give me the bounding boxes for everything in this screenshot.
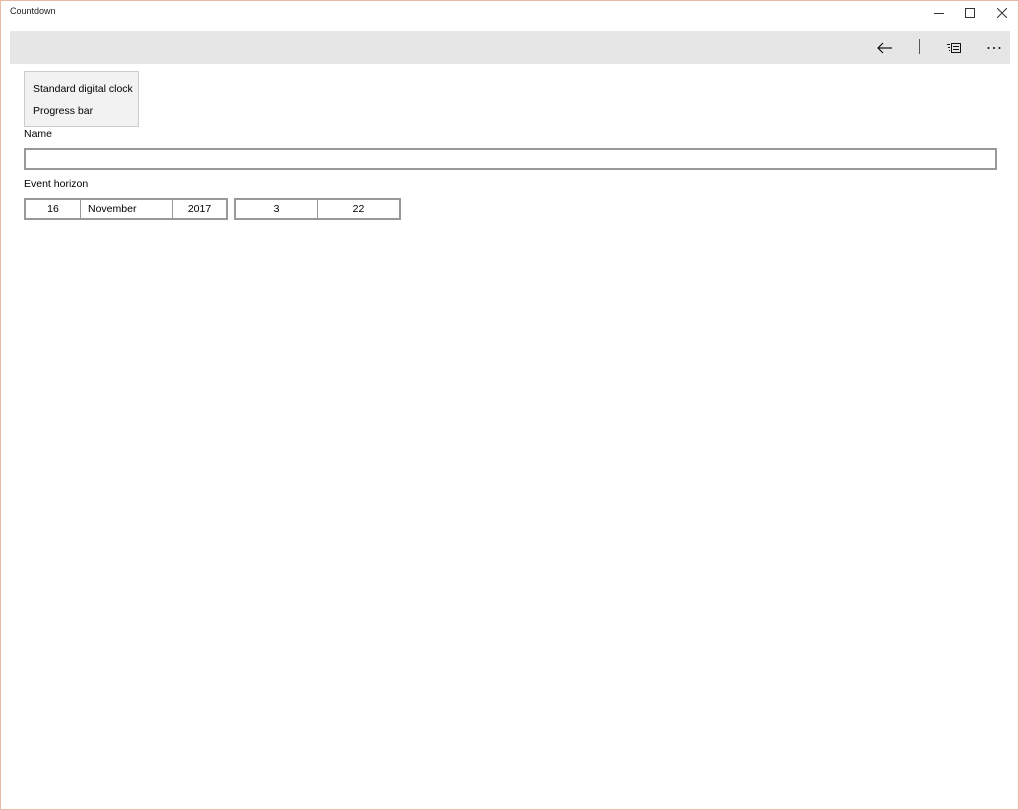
date-day-field[interactable]: 16 <box>26 200 81 218</box>
app-window: Countdown Standard digital clock Progres… <box>0 0 1019 810</box>
clock-option-standard-digital[interactable]: Standard digital clock <box>33 83 133 95</box>
event-horizon-label: Event horizon <box>24 178 89 190</box>
time-minute-field[interactable]: 22 <box>318 200 399 218</box>
maximize-icon <box>965 8 975 18</box>
list-view-icon <box>947 42 961 53</box>
command-separator <box>919 39 920 54</box>
clock-option-progress-bar[interactable]: Progress bar <box>33 105 93 117</box>
minimize-button[interactable] <box>924 1 954 25</box>
time-picker[interactable]: 3 22 <box>234 198 401 220</box>
time-hour-field[interactable]: 3 <box>236 200 318 218</box>
date-month-field[interactable]: November <box>81 200 173 218</box>
close-icon <box>997 8 1007 18</box>
view-button[interactable] <box>937 31 971 64</box>
title-bar: Countdown <box>1 1 1018 25</box>
window-title: Countdown <box>10 6 56 16</box>
name-label: Name <box>24 128 53 140</box>
more-ellipsis-icon <box>987 46 1001 49</box>
clock-style-dropdown-list: Standard digital clock Progress bar <box>24 71 139 127</box>
command-bar <box>10 31 1010 64</box>
minimize-icon <box>934 13 944 14</box>
date-picker[interactable]: 16 November 2017 <box>24 198 228 220</box>
date-year-field[interactable]: 2017 <box>173 200 226 218</box>
maximize-button[interactable] <box>955 1 985 25</box>
back-button[interactable] <box>868 31 902 64</box>
back-arrow-icon <box>877 42 892 53</box>
close-button[interactable] <box>987 1 1017 25</box>
more-button[interactable] <box>977 31 1011 64</box>
name-input[interactable] <box>24 148 997 170</box>
